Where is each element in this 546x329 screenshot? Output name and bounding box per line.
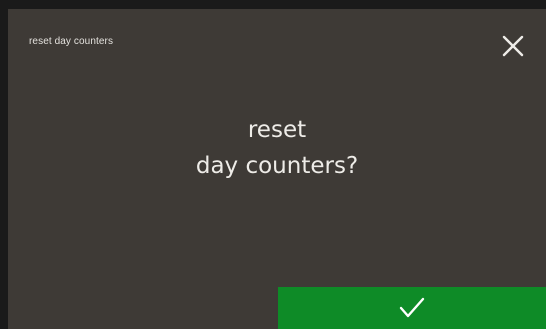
close-button[interactable]	[498, 31, 528, 61]
confirmation-message: reset day counters?	[8, 112, 546, 184]
page-title: reset day counters	[29, 36, 114, 47]
message-line-1: reset	[247, 117, 307, 143]
close-icon	[502, 35, 524, 57]
screen-frame: reset day counters reset day counters?	[0, 0, 546, 329]
checkmark-icon	[399, 297, 425, 318]
dialog-panel: reset day counters reset day counters?	[8, 9, 546, 329]
message-line-2: day counters?	[195, 153, 359, 179]
confirm-button[interactable]	[278, 287, 546, 329]
